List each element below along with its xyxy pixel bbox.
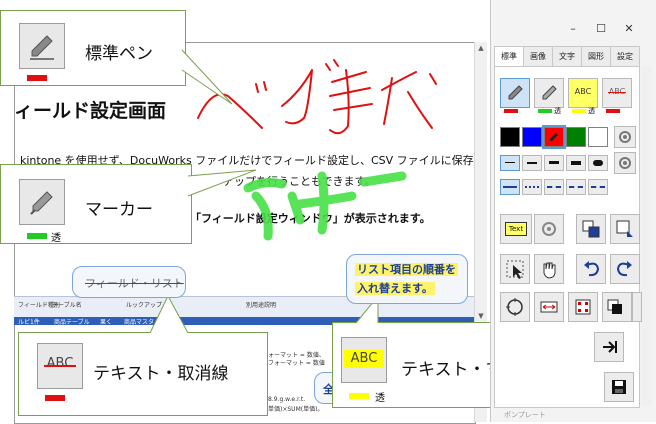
color-black[interactable] xyxy=(500,127,520,147)
line-width-1[interactable] xyxy=(500,155,520,171)
line-style-dotted[interactable] xyxy=(522,179,542,195)
line-style-dash-dot[interactable] xyxy=(566,179,586,195)
minimize-icon[interactable]: – xyxy=(565,22,581,35)
rotate-tool-icon[interactable] xyxy=(500,292,530,322)
text-marker-transparency-label: 透 xyxy=(375,393,385,404)
field-list-bubble: フィールド・リスト xyxy=(72,266,186,298)
text-marker-tool-text: ABC xyxy=(574,87,592,96)
align-grid-icon[interactable] xyxy=(568,292,598,322)
line-style-dashed[interactable] xyxy=(544,179,564,195)
bring-forward-icon[interactable] xyxy=(576,214,606,244)
tab-text[interactable]: 文字 xyxy=(552,46,582,67)
text-marker-tool-suffix: 透 xyxy=(588,107,595,115)
color-settings-icon[interactable] xyxy=(614,126,636,148)
marker-tool-suffix: 透 xyxy=(554,107,561,115)
send-backward-icon[interactable] xyxy=(610,214,640,244)
strike-tool-line xyxy=(608,92,626,93)
pen-tool-button[interactable] xyxy=(500,78,530,108)
marker-tool-color xyxy=(538,109,552,113)
strike-callout-label: テキスト・取消線 xyxy=(93,364,229,384)
strike-tool-color xyxy=(606,109,620,113)
panel-scrollbar[interactable] xyxy=(641,66,652,406)
reorder-bubble: リスト項目の順番を 入れ替えます。 xyxy=(346,254,468,304)
line-width-2[interactable] xyxy=(522,155,542,171)
strike-tool-button[interactable]: ABC xyxy=(602,78,632,108)
reorder-text: リスト項目の順番を 入れ替えます。 xyxy=(355,260,458,298)
marker-tool-button[interactable] xyxy=(534,78,564,108)
color-blue[interactable] xyxy=(522,127,542,147)
reorder-line-2: 入れ替えます。 xyxy=(355,282,435,295)
tab-settings[interactable]: 設定 xyxy=(610,46,640,67)
reorder-line-1: リスト項目の順番を xyxy=(355,263,458,276)
tab-image[interactable]: 画像 xyxy=(523,46,553,67)
stamp-settings-icon[interactable] xyxy=(534,214,564,244)
hand-tool-icon[interactable] xyxy=(534,254,564,284)
line-width-3[interactable] xyxy=(544,155,564,171)
strike-color-swatch xyxy=(45,395,65,401)
text-tool-button[interactable]: Text xyxy=(500,214,532,244)
text-marker-color-swatch xyxy=(349,393,369,399)
next-page-icon[interactable] xyxy=(594,332,624,362)
resize-horizontal-icon[interactable] xyxy=(534,292,564,322)
ungroup-objects-icon[interactable] xyxy=(632,292,642,322)
close-icon[interactable]: ✕ xyxy=(621,22,637,35)
pen-tool-color xyxy=(504,109,518,113)
line-style-long-dash[interactable] xyxy=(588,179,608,195)
tab-shape[interactable]: 図形 xyxy=(581,46,611,67)
color-red[interactable] xyxy=(542,125,566,149)
text-marker-icon: ABC xyxy=(341,337,387,383)
save-icon[interactable] xyxy=(604,372,634,402)
line-style-solid[interactable] xyxy=(500,179,520,195)
select-tool-icon[interactable] xyxy=(500,254,530,284)
group-objects-icon[interactable] xyxy=(602,292,632,322)
template-panel-label: ポンプレート xyxy=(504,411,546,419)
text-marker-tool-color xyxy=(572,109,586,113)
maximize-icon[interactable]: ☐ xyxy=(593,22,609,35)
color-white[interactable] xyxy=(588,127,608,147)
line-width-settings-icon[interactable] xyxy=(614,152,636,174)
color-green[interactable] xyxy=(566,127,586,147)
text-tool-label: Text xyxy=(505,222,527,236)
redo-icon[interactable] xyxy=(610,254,640,284)
text-marker-icon-text: ABC xyxy=(350,351,378,366)
text-marker-tool-button[interactable]: ABC xyxy=(568,78,598,108)
line-width-5[interactable] xyxy=(588,155,608,171)
field-list-text: フィールド・リスト xyxy=(85,277,184,290)
undo-icon[interactable] xyxy=(576,254,606,284)
tab-standard[interactable]: 標準 xyxy=(494,46,524,67)
strike-line xyxy=(44,365,76,367)
line-width-4[interactable] xyxy=(566,155,586,171)
